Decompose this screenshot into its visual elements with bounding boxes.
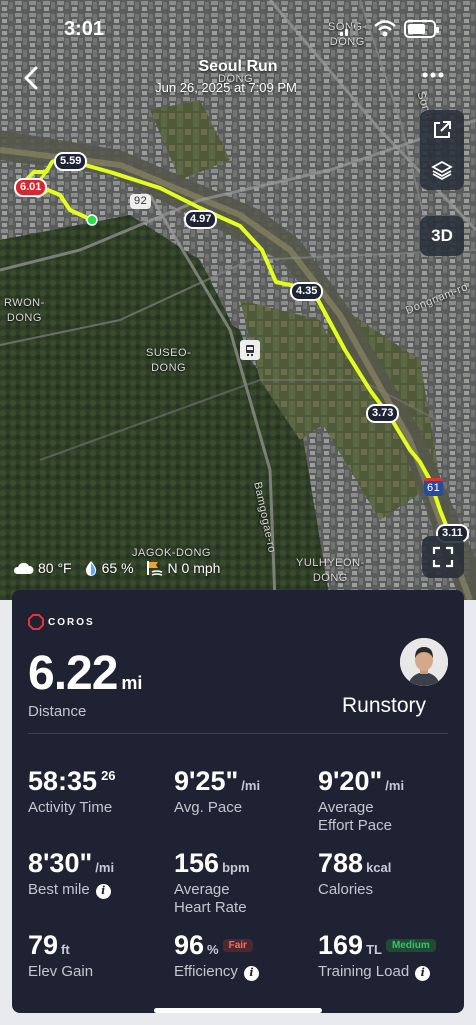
wifi-icon [374, 20, 396, 37]
best-mile-info-icon[interactable]: i [95, 883, 111, 899]
weather-bar: 80 °F 65 % N 0 mph [12, 560, 220, 576]
distance-label: Distance [28, 703, 87, 720]
route-shield-61: 61 [424, 478, 444, 496]
effort-pace-label: Average Effort Pace [318, 799, 392, 834]
brand-name: COROS [48, 616, 95, 628]
humidity-drop-icon [85, 561, 96, 576]
heart-rate-value: 156 [174, 848, 220, 878]
map-label-rwon-dong: RWON- DONG [4, 297, 45, 324]
map-controls [420, 110, 464, 190]
home-indicator[interactable] [154, 1008, 322, 1013]
efficiency-unit: % [207, 942, 219, 957]
share-icon [434, 121, 451, 138]
effort-pace-unit: /mi [385, 778, 405, 793]
elev-gain-value: 79 [28, 930, 59, 960]
calories-label: Calories [318, 881, 374, 898]
runstory-link[interactable]: Runstory [342, 694, 426, 718]
coros-logo-icon [28, 614, 44, 630]
cloud-icon [13, 562, 34, 574]
heart-rate-label: Average Heart Rate [174, 881, 247, 916]
avg-pace-label: Avg. Pace [174, 799, 243, 816]
fullscreen-icon [432, 546, 454, 568]
effort-pace-value: 9'20" [318, 766, 383, 796]
coros-logo: COROS [28, 614, 95, 630]
activity-time-label: Activity Time [28, 799, 113, 816]
training-load-info-icon[interactable]: i [415, 965, 431, 981]
activity-time-seconds-fraction: 26 [101, 768, 116, 783]
elev-gain-label: Elev Gain [28, 963, 94, 980]
avg-pace-unit: /mi [241, 778, 261, 793]
map-label-jagok-dong: JAGOK-DONG [132, 547, 211, 559]
avatar[interactable] [400, 638, 448, 686]
map-layers-button[interactable] [420, 150, 464, 190]
pace-marker: 3.73 [366, 404, 400, 423]
avg-pace-value: 9'25" [174, 766, 239, 796]
distance-unit: mi [121, 673, 143, 693]
training-load-unit: TL [366, 942, 382, 957]
efficiency-value: 96 [174, 930, 205, 960]
elev-gain-unit: ft [61, 942, 70, 957]
training-load-value: 169 [318, 930, 364, 960]
efficiency-label: Efficiency [174, 963, 238, 980]
3d-view-button[interactable]: 3D [420, 216, 464, 256]
layers-icon [431, 160, 453, 181]
map-label-suseo-dong: SUSEO- DONG [146, 347, 192, 374]
avatar-portrait-icon [400, 638, 448, 686]
fullscreen-button[interactable] [422, 536, 464, 578]
metric-heart-rate: 156 bpm Average Heart Rate [174, 848, 314, 917]
metric-training-load: 169 TL Medium Training Load i [318, 930, 458, 981]
efficiency-info-icon[interactable]: i [243, 965, 259, 981]
weather-wind: N 0 mph [146, 560, 221, 576]
route-shield-92: 92 [130, 194, 152, 209]
best-mile-unit: /mi [95, 860, 115, 875]
more-options-icon[interactable] [420, 62, 446, 88]
weather-temp: 80 °F [12, 560, 72, 576]
activity-datetime: Jun 26, 2025 at 7:09 PM [155, 80, 297, 95]
weather-humidity: 65 % [84, 560, 134, 576]
map-label-yulhyeon-dong: YULHYEON- DONG [296, 557, 365, 584]
metric-elev-gain: 79 ft Elev Gain [28, 930, 168, 981]
activity-time-value: 58:35 [28, 766, 98, 796]
station-icon [240, 340, 260, 360]
nav-bar: Seoul Run Jun 26, 2025 at 7:09 PM [0, 56, 476, 102]
metric-avg-pace: 9'25"/mi Avg. Pace [174, 766, 314, 817]
status-time: 3:01 [64, 18, 105, 40]
temperature-value: 80 °F [38, 560, 72, 576]
best-mile-label: Best mile [28, 881, 90, 898]
training-load-medium-badge: Medium [385, 939, 436, 952]
divider [28, 733, 448, 734]
metric-activity-time: 58:35 26 Activity Time [28, 766, 168, 817]
metric-calories: 788 kcal Calories [318, 848, 458, 899]
best-mile-value: 8'30" [28, 848, 93, 878]
share-button[interactable] [420, 110, 464, 150]
heart-rate-unit: bpm [222, 860, 250, 875]
calories-value: 788 [318, 848, 364, 878]
wind-value: N 0 mph [167, 560, 221, 576]
metric-efficiency: 96% Fair Efficiency i [174, 930, 314, 981]
humidity-value: 65 % [101, 560, 134, 576]
training-load-label: Training Load [318, 963, 410, 980]
efficiency-fair-badge: Fair [222, 939, 253, 952]
pace-marker: 4.35 [290, 282, 324, 301]
distance-value: 6.22 [28, 647, 118, 700]
metric-best-mile: 8'30"/mi Best mile i [28, 848, 168, 899]
wind-flag-icon [146, 561, 162, 576]
pace-marker: 6.01 [14, 178, 48, 197]
activity-summary-card: COROS 6.22 mi Distance Runstory 58:35 26 A… [12, 590, 464, 1013]
battery-icon [404, 20, 439, 38]
cellular-signal-icon [340, 23, 358, 36]
pace-marker: 5.59 [54, 152, 88, 171]
metric-effort-pace: 9'20"/mi Average Effort Pace [318, 766, 458, 835]
activity-title: Seoul Run [198, 58, 278, 75]
distance-block: 6.22 mi Distance [28, 646, 142, 720]
calories-unit: kcal [366, 860, 392, 875]
status-bar: 3:01 [0, 0, 476, 56]
pace-marker: 4.97 [184, 210, 218, 229]
